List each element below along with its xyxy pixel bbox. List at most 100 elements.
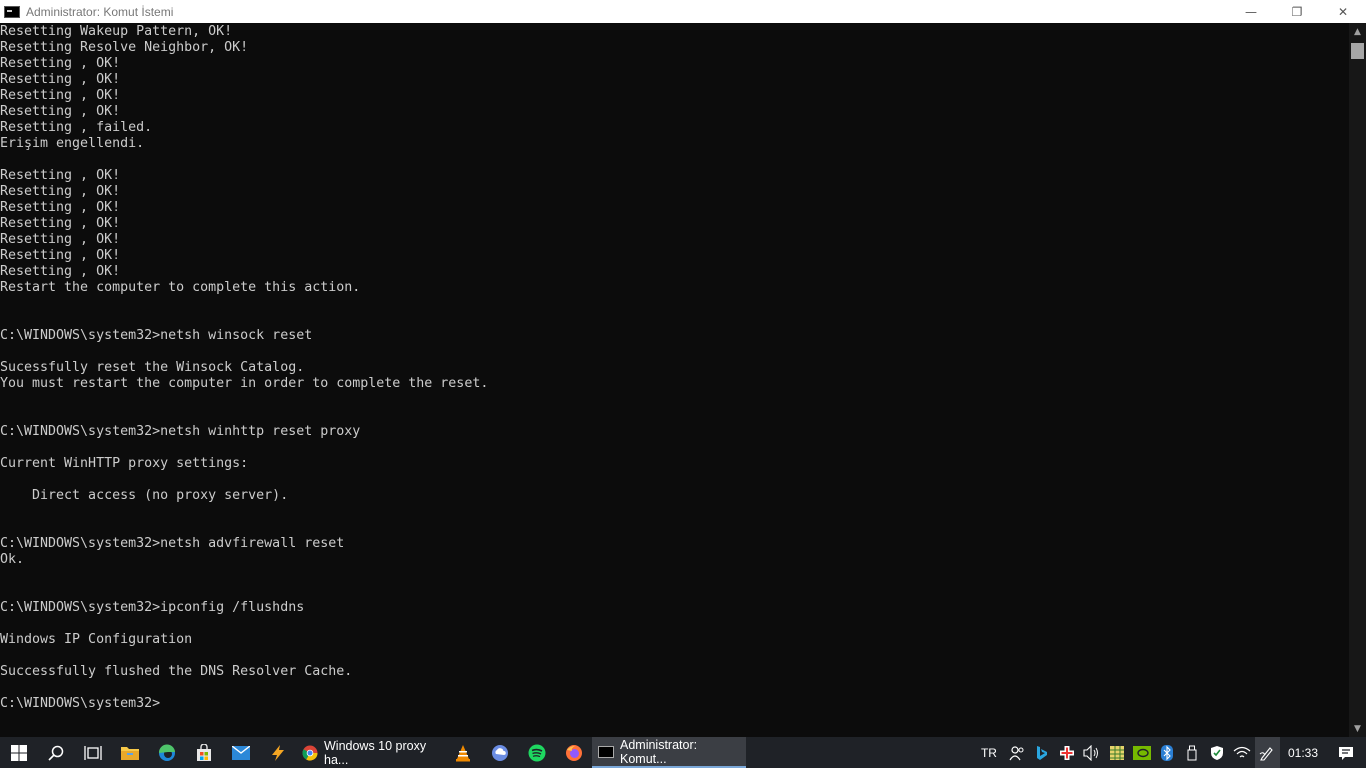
language-indicator[interactable]: TR xyxy=(973,746,1005,760)
wifi-icon[interactable] xyxy=(1230,737,1255,768)
firefox-icon xyxy=(565,744,582,761)
taskbar: Windows 10 proxy ha... Administrator: Ko… xyxy=(0,737,1366,768)
console-line: Resetting , OK! xyxy=(0,232,121,247)
windows-logo-icon xyxy=(10,744,27,761)
spreadsheet-app-icon[interactable] xyxy=(1105,737,1130,768)
taskbar-store[interactable] xyxy=(185,737,222,768)
bing-icon[interactable] xyxy=(1030,737,1055,768)
console-line: Resetting , OK! xyxy=(0,56,121,71)
console-line: C:\WINDOWS\system32> xyxy=(0,696,161,711)
console-line: Erişim engellendi. xyxy=(0,136,145,151)
vlc-icon xyxy=(455,744,470,761)
console-line: Windows IP Configuration xyxy=(0,632,193,647)
nvidia-icon[interactable] xyxy=(1130,737,1155,768)
console-line: Restart the computer to complete this ac… xyxy=(0,280,361,295)
notification-icon xyxy=(1339,746,1353,760)
console-line: C:\WINDOWS\system32>ipconfig /flushdns xyxy=(0,600,305,615)
console-line: Resetting , OK! xyxy=(0,88,121,103)
console-line: Resetting , failed. xyxy=(0,120,153,135)
taskbar-task-chrome[interactable]: Windows 10 proxy ha... xyxy=(296,737,444,768)
start-button[interactable] xyxy=(0,737,37,768)
title-bar[interactable]: Administrator: Komut İstemi — ❐ ✕ xyxy=(0,0,1366,23)
task-label: Administrator: Komut... xyxy=(620,737,698,766)
console-line: Resetting , OK! xyxy=(0,72,121,87)
console-line: You must restart the computer in order t… xyxy=(0,376,489,391)
window-title: Administrator: Komut İstemi xyxy=(26,4,174,19)
minimize-button[interactable]: — xyxy=(1228,0,1274,23)
task-view-button[interactable] xyxy=(74,737,111,768)
taskbar-spotify[interactable] xyxy=(518,737,555,768)
console-line: Resetting , OK! xyxy=(0,168,121,183)
medical-cross-icon[interactable] xyxy=(1055,737,1080,768)
console-line: Successfully flushed the DNS Resolver Ca… xyxy=(0,664,353,679)
console-line: Resetting , OK! xyxy=(0,184,121,199)
search-icon xyxy=(47,745,63,761)
console-output[interactable]: Resetting Wakeup Pattern, OK! Resetting R… xyxy=(0,23,1349,738)
console-line: Ok. xyxy=(0,552,25,567)
search-button[interactable] xyxy=(37,737,74,768)
close-button[interactable]: ✕ xyxy=(1320,0,1366,23)
taskbar-cloud-app[interactable] xyxy=(481,737,518,768)
system-tray: TR 01:33 xyxy=(973,737,1366,768)
console-line: Current WinHTTP proxy settings: xyxy=(0,456,249,471)
console-line: Resetting , OK! xyxy=(0,248,121,263)
taskbar-vlc[interactable] xyxy=(444,737,481,768)
scrollbar-thumb[interactable] xyxy=(1351,43,1364,59)
console-line: Resetting Resolve Neighbor, OK! xyxy=(0,40,249,55)
console-line: C:\WINDOWS\system32>netsh advfirewall re… xyxy=(0,536,345,551)
task-label: Windows 10 proxy ha... xyxy=(324,738,427,767)
taskbar-mail[interactable] xyxy=(222,737,259,768)
scroll-down-arrow-icon[interactable]: ▼ xyxy=(1349,720,1366,737)
window-controls: — ❐ ✕ xyxy=(1228,0,1366,23)
console-line: C:\WINDOWS\system32>netsh winsock reset xyxy=(0,328,313,343)
usb-drive-icon[interactable] xyxy=(1180,737,1205,768)
edge-icon xyxy=(158,743,175,761)
taskbar-firefox[interactable] xyxy=(555,737,592,768)
bluetooth-icon[interactable] xyxy=(1155,737,1180,768)
clock[interactable]: 01:33 xyxy=(1280,746,1326,760)
cloud-download-icon xyxy=(491,744,508,761)
console-line: Sucessfully reset the Winsock Catalog. xyxy=(0,360,305,375)
file-explorer-icon xyxy=(120,746,139,760)
people-icon[interactable] xyxy=(1005,737,1030,768)
spotify-icon xyxy=(528,744,545,761)
console-line: Resetting Wakeup Pattern, OK! xyxy=(0,24,233,39)
console-line: Resetting , OK! xyxy=(0,216,121,231)
mail-icon xyxy=(231,745,250,760)
console-line: C:\WINDOWS\system32>netsh winhttp reset … xyxy=(0,424,361,439)
taskbar-task-cmd[interactable]: Administrator: Komut... xyxy=(592,737,746,768)
console-line: Resetting , OK! xyxy=(0,200,121,215)
console-line: Resetting , OK! xyxy=(0,264,121,279)
volume-icon[interactable] xyxy=(1080,737,1105,768)
defender-shield-icon[interactable] xyxy=(1205,737,1230,768)
taskbar-edge[interactable] xyxy=(148,737,185,768)
cmd-icon xyxy=(4,5,20,18)
scroll-up-arrow-icon[interactable]: ▲ xyxy=(1349,23,1366,40)
vertical-scrollbar[interactable]: ▲ ▼ xyxy=(1349,23,1366,737)
lightning-app-icon xyxy=(271,744,284,761)
action-center-button[interactable] xyxy=(1326,737,1366,768)
console-line: Direct access (no proxy server). xyxy=(0,488,289,503)
store-icon xyxy=(196,743,211,761)
pen-workspace-icon[interactable] xyxy=(1254,737,1280,768)
taskbar-app-lightning[interactable] xyxy=(259,737,296,768)
console-line: Resetting , OK! xyxy=(0,104,121,119)
taskbar-file-explorer[interactable] xyxy=(111,737,148,768)
restore-button[interactable]: ❐ xyxy=(1274,0,1320,23)
cmd-icon xyxy=(598,745,614,758)
